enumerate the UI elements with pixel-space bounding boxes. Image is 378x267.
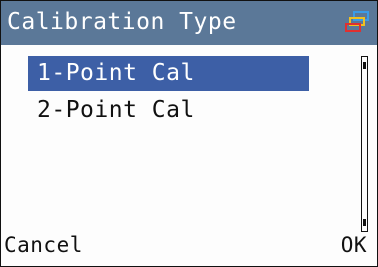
scroll-top-marker	[363, 62, 366, 69]
menu-item-label: 1-Point Cal	[37, 60, 195, 86]
scroll-bottom-marker	[363, 219, 366, 226]
device-screen: Calibration Type 1-Point Cal 2-Point Cal…	[0, 0, 378, 267]
ok-softkey[interactable]: OK	[341, 231, 367, 259]
network-icon	[345, 11, 369, 32]
menu-item-1-point-cal[interactable]: 1-Point Cal	[28, 56, 309, 91]
title-bar: Calibration Type	[1, 1, 377, 45]
screen-title: Calibration Type	[7, 9, 237, 35]
menu-item-label: 2-Point Cal	[37, 97, 195, 123]
cancel-softkey[interactable]: Cancel	[4, 231, 83, 259]
menu-item-2-point-cal[interactable]: 2-Point Cal	[28, 93, 309, 128]
scrollbar[interactable]	[361, 56, 368, 232]
